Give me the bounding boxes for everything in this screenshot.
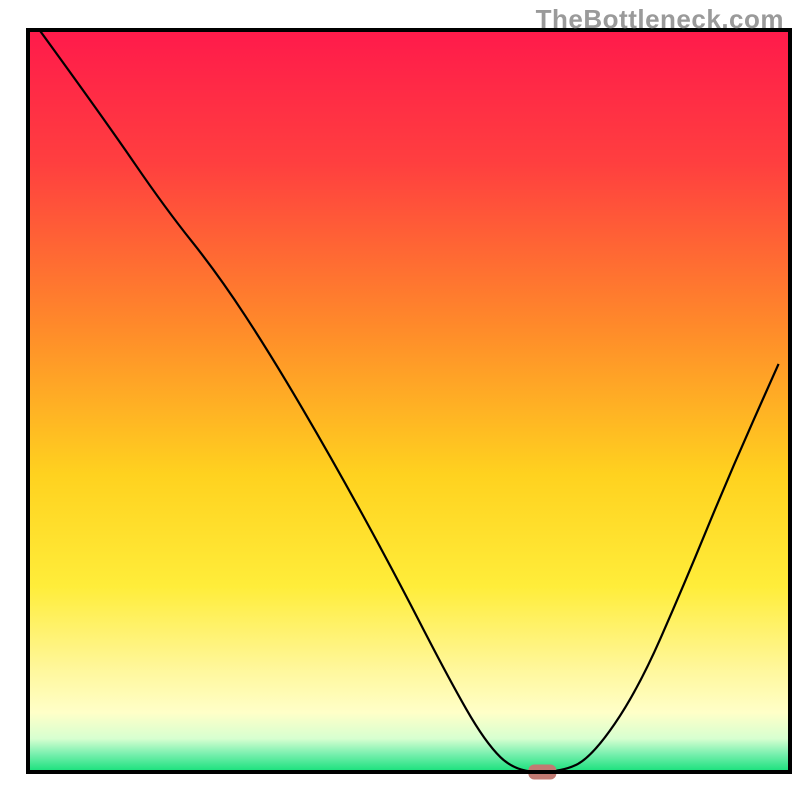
chart-svg: [0, 0, 800, 800]
gradient-background: [28, 30, 790, 772]
watermark-text: TheBottleneck.com: [536, 4, 784, 35]
bottleneck-chart: TheBottleneck.com: [0, 0, 800, 800]
plot-area: [28, 30, 790, 780]
